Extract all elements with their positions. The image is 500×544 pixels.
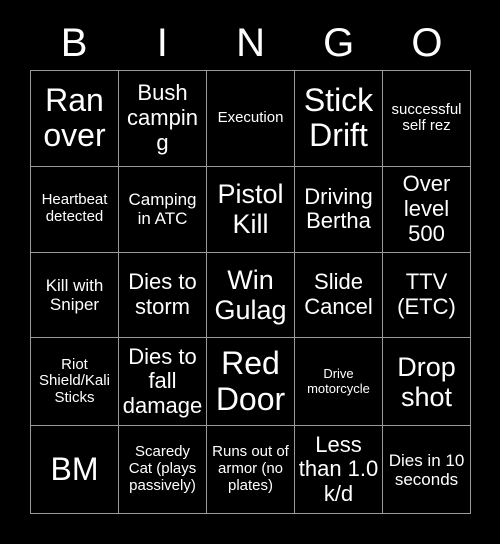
bingo-cell-4-3[interactable]: Less than 1.0 k/d: [295, 426, 383, 514]
bingo-row: Riot Shield/Kali Sticks Dies to fall dam…: [31, 338, 471, 427]
bingo-cell-label: Driving Bertha: [304, 183, 373, 234]
bingo-cell-label: Over level 500: [402, 171, 451, 246]
bingo-cell-1-0[interactable]: Heartbeat detected: [31, 166, 119, 253]
bingo-cell-label: Red Door: [215, 344, 286, 417]
bingo-cell-0-4[interactable]: successful self rez: [383, 71, 471, 167]
bingo-cell-0-1[interactable]: Bush camping: [119, 71, 207, 167]
bingo-cell-1-4[interactable]: Over level 500: [383, 166, 471, 253]
header-letter-n: N: [236, 21, 265, 65]
bingo-cell-1-2[interactable]: Pistol Kill: [207, 166, 295, 253]
bingo-cell-0-0[interactable]: Ran over: [31, 71, 119, 167]
bingo-cell-2-1[interactable]: Dies to storm: [119, 252, 207, 339]
bingo-cell-label: Runs out of armor (no plates): [212, 443, 289, 494]
bingo-cell-2-2[interactable]: Win Gulag: [207, 252, 295, 339]
header-letter-o: O: [411, 21, 443, 65]
bingo-cell-label: Drive motorcycle: [307, 366, 370, 396]
bingo-row: BM Scaredy Cat (plays passively) Runs ou…: [31, 426, 471, 514]
bingo-cell-label: Ran over: [43, 81, 106, 154]
bingo-cell-4-2[interactable]: Runs out of armor (no plates): [207, 426, 295, 514]
bingo-row: Heartbeat detected Camping in ATC Pistol…: [31, 166, 471, 253]
bingo-cell-label: Stick Drift: [303, 81, 374, 154]
bingo-cell-0-2[interactable]: Execution: [207, 71, 295, 167]
bingo-cell-label: Kill with Sniper: [45, 275, 104, 314]
bingo-grid: Ran over Bush camping Execution Stick Dr…: [30, 70, 471, 514]
bingo-cell-label: Execution: [217, 108, 284, 126]
bingo-cell-label: Win Gulag: [214, 264, 287, 325]
bingo-cell-4-0[interactable]: BM: [31, 426, 119, 514]
bingo-cell-4-4[interactable]: Dies in 10 seconds: [383, 426, 471, 514]
bingo-cell-2-4[interactable]: TTV (ETC): [383, 252, 471, 339]
header-letter-i: I: [156, 21, 168, 65]
bingo-cell-1-1[interactable]: Camping in ATC: [119, 166, 207, 253]
bingo-cell-label: Bush camping: [127, 80, 198, 155]
bingo-cell-3-0[interactable]: Riot Shield/Kali Sticks: [31, 338, 119, 427]
bingo-cell-label: Heartbeat detected: [41, 191, 108, 226]
bingo-cell-label: Camping in ATC: [128, 190, 197, 229]
bingo-cell-2-0[interactable]: Kill with Sniper: [31, 252, 119, 339]
bingo-cell-2-3[interactable]: Slide Cancel: [295, 252, 383, 339]
bingo-cell-1-3[interactable]: Driving Bertha: [295, 166, 383, 253]
bingo-cell-label: Dies to fall damage: [122, 343, 203, 419]
header-letter-b: B: [60, 21, 88, 65]
bingo-header: B I N G O: [30, 16, 471, 70]
bingo-cell-3-2[interactable]: Red Door: [207, 338, 295, 427]
bingo-cell-label: Less than 1.0 k/d: [298, 431, 379, 506]
bingo-cell-label: Riot Shield/Kali Sticks: [39, 355, 110, 407]
bingo-cell-3-3[interactable]: Drive motorcycle: [295, 338, 383, 427]
bingo-cell-label: successful self rez: [391, 100, 462, 135]
bingo-cell-label: Pistol Kill: [217, 178, 284, 240]
bingo-cell-3-1[interactable]: Dies to fall damage: [119, 338, 207, 427]
bingo-cell-label: Drop shot: [397, 351, 456, 412]
bingo-row: Ran over Bush camping Execution Stick Dr…: [31, 71, 471, 167]
bingo-cell-4-1[interactable]: Scaredy Cat (plays passively): [119, 426, 207, 514]
bingo-cell-label: BM: [50, 450, 99, 487]
bingo-cell-3-4[interactable]: Drop shot: [383, 338, 471, 427]
header-letter-g: G: [323, 21, 355, 65]
bingo-cell-label: TTV (ETC): [397, 269, 456, 319]
bingo-row: Kill with Sniper Dies to storm Win Gulag…: [31, 252, 471, 339]
bingo-cell-label: Scaredy Cat (plays passively): [128, 443, 197, 494]
bingo-cell-label: Dies in 10 seconds: [388, 450, 465, 489]
bingo-cell-0-3[interactable]: Stick Drift: [295, 71, 383, 167]
bingo-cell-label: Dies to storm: [128, 269, 197, 319]
bingo-card: B I N G O Ran over Bush camping Executio…: [0, 0, 500, 544]
bingo-cell-label: Slide Cancel: [304, 269, 373, 319]
